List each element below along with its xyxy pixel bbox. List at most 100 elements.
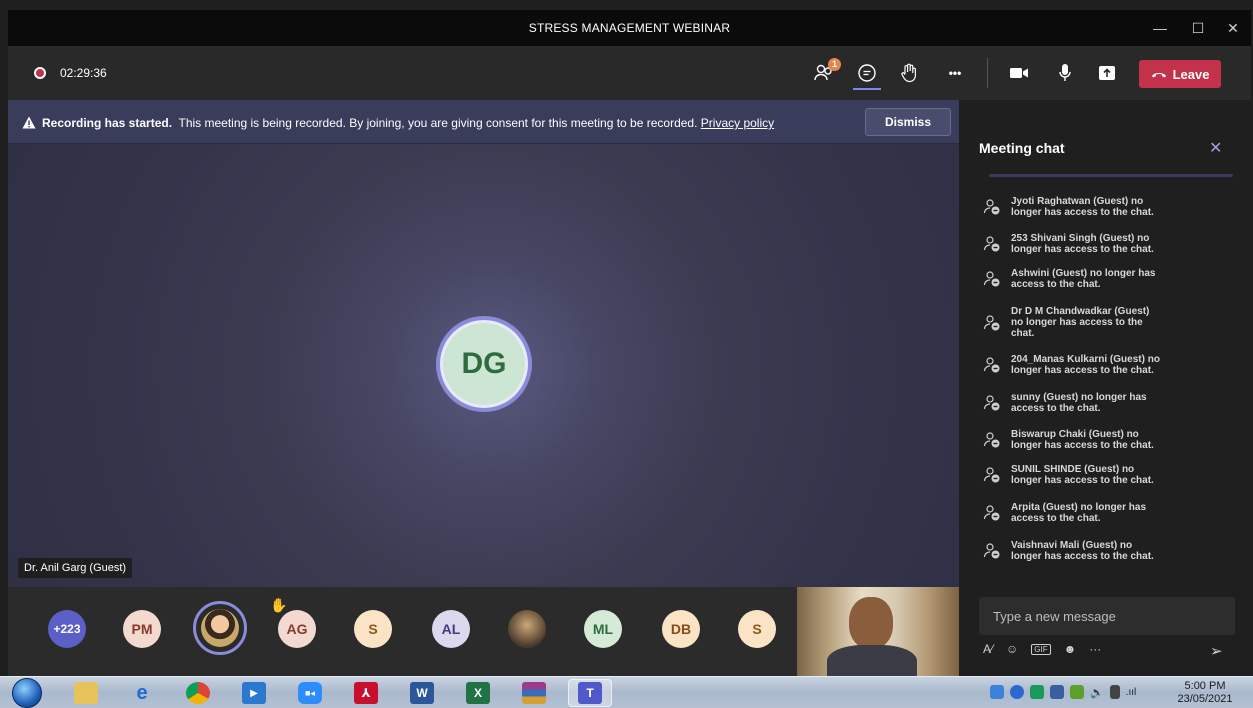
share-screen-button[interactable] (1093, 60, 1121, 86)
q-tray-icon[interactable] (1030, 685, 1044, 699)
phone-hangup-icon (1151, 73, 1166, 78)
compose-box[interactable]: Type a new message (979, 597, 1235, 635)
chat-message: Arpita (Guest) no longer has access to th… (983, 502, 1223, 524)
minimize-button[interactable]: — (1145, 16, 1175, 40)
chat-message: 253 Shivani Singh (Guest) no longer has a… (983, 233, 1223, 255)
participant-gallery: +223 PM ✋ AG S AL ML DB S (8, 587, 959, 676)
participant-avatar[interactable]: DB (662, 610, 700, 648)
participants-button[interactable]: 1 (811, 58, 841, 86)
signal-icon[interactable]: .ııl (1126, 687, 1137, 698)
microphone-icon (1059, 64, 1071, 81)
speaker-name-tag: Dr. Anil Garg (Guest) (18, 558, 133, 578)
chat-message-line: Biswarup Chaki (Guest) no (1011, 429, 1139, 440)
play-icon: ▶ (242, 682, 266, 704)
chat-message-line: access to the chat. (1011, 513, 1101, 524)
self-video-preview (797, 587, 959, 676)
volume-icon[interactable]: 🔊 (1090, 686, 1104, 699)
pdf-icon: ⅄ (354, 682, 378, 704)
meeting-control-bar: 02:29:36 1 ••• Leave (8, 46, 1251, 100)
teams-taskbar-button[interactable]: T (568, 679, 612, 707)
participant-avatar[interactable]: AG (278, 610, 316, 648)
send-icon[interactable]: ➢ (1210, 642, 1223, 660)
participant-avatar[interactable]: S (354, 610, 392, 648)
chat-message: Biswarup Chaki (Guest) no longer has acce… (983, 429, 1223, 451)
zoom-tray-icon[interactable] (1010, 685, 1024, 699)
user-left-icon (983, 467, 1000, 483)
more-compose-options[interactable]: ··· (1089, 642, 1101, 656)
participant-avatar[interactable]: PM (123, 610, 161, 648)
explorer-taskbar-button[interactable] (64, 679, 108, 707)
chat-message-text: Arpita (Guest) no longer has access to th… (1011, 502, 1146, 524)
media-player-taskbar-button[interactable]: ▶ (232, 679, 276, 707)
chat-message-line: chat. (1011, 328, 1035, 339)
sticker-icon[interactable]: ☻ (1064, 642, 1077, 656)
system-tray: 🔊 .ııl (990, 685, 1136, 699)
participant-avatar[interactable]: AL (432, 610, 470, 648)
winrar-taskbar-button[interactable] (512, 679, 556, 707)
chat-message-line: sunny (Guest) no longer has (1011, 392, 1147, 403)
chat-icon (858, 64, 876, 82)
participant-photo-avatar[interactable] (201, 609, 239, 647)
user-left-icon (983, 357, 1000, 373)
chat-scroll-indicator (989, 174, 1233, 177)
privacy-policy-link[interactable]: Privacy policy (701, 116, 774, 130)
recording-indicator-icon (34, 67, 46, 79)
camera-button[interactable] (1005, 60, 1033, 86)
participants-badge: 1 (828, 58, 841, 71)
ie-taskbar-button[interactable]: e (120, 679, 164, 707)
chat-message: Vaishnavi Mali (Guest) no longer has acce… (983, 540, 1223, 562)
maximize-button[interactable]: ☐ (1183, 16, 1213, 40)
overflow-participants-button[interactable]: +223 (48, 610, 86, 648)
participant-photo-avatar[interactable] (508, 610, 546, 648)
update-tray-icon[interactable] (1070, 685, 1084, 699)
chat-message-text: 253 Shivani Singh (Guest) no longer has a… (1011, 233, 1154, 255)
microphone-button[interactable] (1051, 60, 1079, 86)
user-left-icon (983, 199, 1000, 215)
chat-message: Dr D M Chandwadkar (Guest) no longer has … (983, 306, 1223, 339)
chat-message-line: SUNIL SHINDE (Guest) no (1011, 464, 1135, 475)
participant-avatar[interactable]: S (738, 610, 776, 648)
network-share-icon[interactable] (990, 685, 1004, 699)
zoom-taskbar-button[interactable]: ■◂ (288, 679, 332, 707)
chat-message-text: Vaishnavi Mali (Guest) no longer has acce… (1011, 540, 1154, 562)
zoom-icon: ■◂ (298, 682, 322, 704)
word-icon: W (410, 682, 434, 704)
raise-hand-button[interactable] (895, 60, 923, 86)
start-button[interactable] (12, 678, 42, 708)
dismiss-button[interactable]: Dismiss (865, 108, 951, 136)
chat-message: 204_Manas Kulkarni (Guest) no longer has … (983, 354, 1223, 376)
flag-tray-icon[interactable] (1050, 685, 1064, 699)
chat-message-line: access to the chat. (1011, 279, 1101, 290)
acrobat-taskbar-button[interactable]: ⅄ (344, 679, 388, 707)
chrome-taskbar-button[interactable] (176, 679, 220, 707)
chat-message-line: Vaishnavi Mali (Guest) no (1011, 540, 1133, 551)
user-left-icon (983, 432, 1000, 448)
power-icon[interactable] (1109, 685, 1120, 699)
windows-taskbar: e ▶ ■◂ ⅄ W X T 🔊 .ııl 5:00 PM 23/05/2021 (0, 676, 1253, 708)
chat-message-line: Ashwini (Guest) no longer has (1011, 268, 1156, 279)
excel-icon: X (466, 682, 490, 704)
participant-avatar[interactable]: ML (584, 610, 622, 648)
archive-icon (522, 682, 546, 704)
excel-taskbar-button[interactable]: X (456, 679, 500, 707)
speaker-avatar: DG (436, 316, 532, 412)
chat-message-line: longer has access to the chat. (1011, 244, 1154, 255)
emoji-icon[interactable]: ☺ (1006, 642, 1018, 656)
word-taskbar-button[interactable]: W (400, 679, 444, 707)
internet-explorer-icon: e (136, 681, 148, 704)
clock-time: 5:00 PM (1184, 680, 1226, 692)
close-window-button[interactable]: ✕ (1218, 16, 1248, 40)
leave-button[interactable]: Leave (1139, 60, 1221, 88)
chat-message-text: Jyoti Raghatwan (Guest) no longer has acc… (1011, 196, 1154, 218)
share-tray-icon (1099, 66, 1115, 80)
chat-button[interactable] (853, 60, 881, 86)
format-icon[interactable]: A⁄ (983, 642, 993, 656)
taskbar-clock[interactable]: 5:00 PM 23/05/2021 (1175, 680, 1235, 706)
recording-banner-text: Recording has started. This meeting is b… (22, 116, 774, 130)
user-left-icon (983, 543, 1000, 559)
close-chat-icon[interactable]: ✕ (1209, 138, 1222, 158)
gif-icon[interactable]: GIF (1031, 643, 1051, 655)
chat-message: Jyoti Raghatwan (Guest) no longer has acc… (983, 196, 1223, 218)
self-video-person (849, 597, 893, 649)
more-actions-button[interactable]: ••• (941, 60, 969, 86)
